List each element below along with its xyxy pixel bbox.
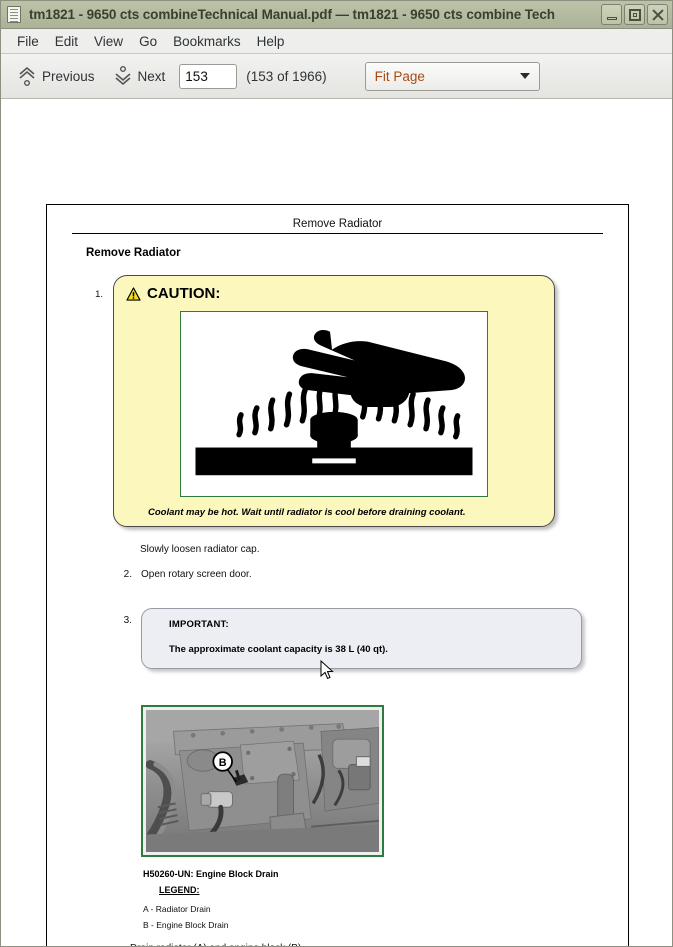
close-button[interactable] bbox=[647, 4, 668, 25]
callout-label: B bbox=[219, 757, 227, 769]
next-page-label: Next bbox=[137, 68, 166, 84]
document-icon bbox=[7, 6, 21, 23]
legend-title: LEGEND: bbox=[159, 885, 200, 895]
step-after-caution: Slowly loosen radiator cap. bbox=[140, 544, 260, 555]
menu-bar: File Edit View Go Bookmarks Help bbox=[1, 29, 672, 54]
chevron-up-icon bbox=[17, 65, 37, 87]
caution-heading: CAUTION: bbox=[147, 285, 221, 302]
minimize-button[interactable] bbox=[601, 4, 622, 25]
zoom-level-value: Fit Page bbox=[374, 68, 425, 84]
step-text: Open rotary screen door. bbox=[141, 569, 252, 580]
warning-triangle-icon bbox=[126, 286, 141, 301]
page-count-label: (153 of 1966) bbox=[246, 68, 327, 84]
hot-cap-pictogram-icon bbox=[181, 312, 487, 496]
figure-caption: H50260-UN: Engine Block Drain bbox=[143, 869, 279, 879]
important-text: The approximate coolant capacity is 38 L… bbox=[169, 644, 388, 655]
maximize-button[interactable] bbox=[624, 4, 645, 25]
pdf-page: Remove Radiator Remove Radiator 1. CAUTI… bbox=[46, 204, 629, 946]
important-step: 3. IMPORTANT: The approximate coolant ca… bbox=[47, 608, 628, 669]
previous-page-button[interactable]: Previous bbox=[11, 62, 101, 90]
drain-instruction: Drain radiator (A) and engine block (B). bbox=[130, 943, 628, 946]
chevron-down-icon bbox=[519, 73, 530, 79]
engine-block-drain-photo: B bbox=[141, 705, 384, 857]
menu-item-bookmarks[interactable]: Bookmarks bbox=[165, 31, 249, 52]
menu-item-edit[interactable]: Edit bbox=[47, 31, 86, 52]
window-title: tm1821 - 9650 cts combineTechnical Manua… bbox=[29, 7, 555, 22]
step-2: 2. Open rotary screen door. bbox=[47, 569, 628, 580]
title-bar: tm1821 - 9650 cts combineTechnical Manua… bbox=[1, 1, 672, 29]
toolbar: Previous Next (153 of 1966) Fit Page bbox=[1, 54, 672, 99]
step-number: 1. bbox=[95, 289, 103, 300]
caution-figure bbox=[180, 311, 488, 497]
caution-box: CAUTION: Coolant may be hot. Wait until … bbox=[113, 275, 555, 527]
page-number-input[interactable] bbox=[179, 63, 238, 89]
legend-item: A - Radiator Drain bbox=[143, 904, 211, 914]
header-divider bbox=[72, 233, 603, 234]
page-title: Remove Radiator bbox=[86, 247, 181, 259]
running-header: Remove Radiator bbox=[292, 218, 383, 230]
next-page-button[interactable]: Next bbox=[107, 62, 172, 90]
figure-block: B bbox=[141, 705, 628, 857]
application-window: tm1821 - 9650 cts combineTechnical Manua… bbox=[0, 0, 673, 947]
caution-heading-row: CAUTION: bbox=[126, 285, 542, 302]
chevron-down-icon bbox=[113, 65, 133, 87]
step-number: 2. bbox=[123, 569, 132, 580]
caution-step: 1. CAUTION: Coolant may be hot. Wait unt… bbox=[47, 275, 628, 527]
menu-item-go[interactable]: Go bbox=[131, 31, 165, 52]
menu-item-view[interactable]: View bbox=[86, 31, 131, 52]
legend-item: B - Engine Block Drain bbox=[143, 920, 229, 930]
step-number: 3. bbox=[123, 615, 132, 626]
zoom-level-select[interactable]: Fit Page bbox=[364, 61, 540, 91]
menu-item-file[interactable]: File bbox=[9, 31, 47, 52]
menu-item-help[interactable]: Help bbox=[249, 31, 293, 52]
previous-page-label: Previous bbox=[42, 68, 95, 84]
pdf-viewer[interactable]: Remove Radiator Remove Radiator 1. CAUTI… bbox=[1, 99, 672, 946]
caution-text: Coolant may be hot. Wait until radiator … bbox=[148, 507, 466, 518]
important-heading: IMPORTANT: bbox=[169, 619, 229, 630]
important-box: IMPORTANT: The approximate coolant capac… bbox=[141, 608, 582, 669]
